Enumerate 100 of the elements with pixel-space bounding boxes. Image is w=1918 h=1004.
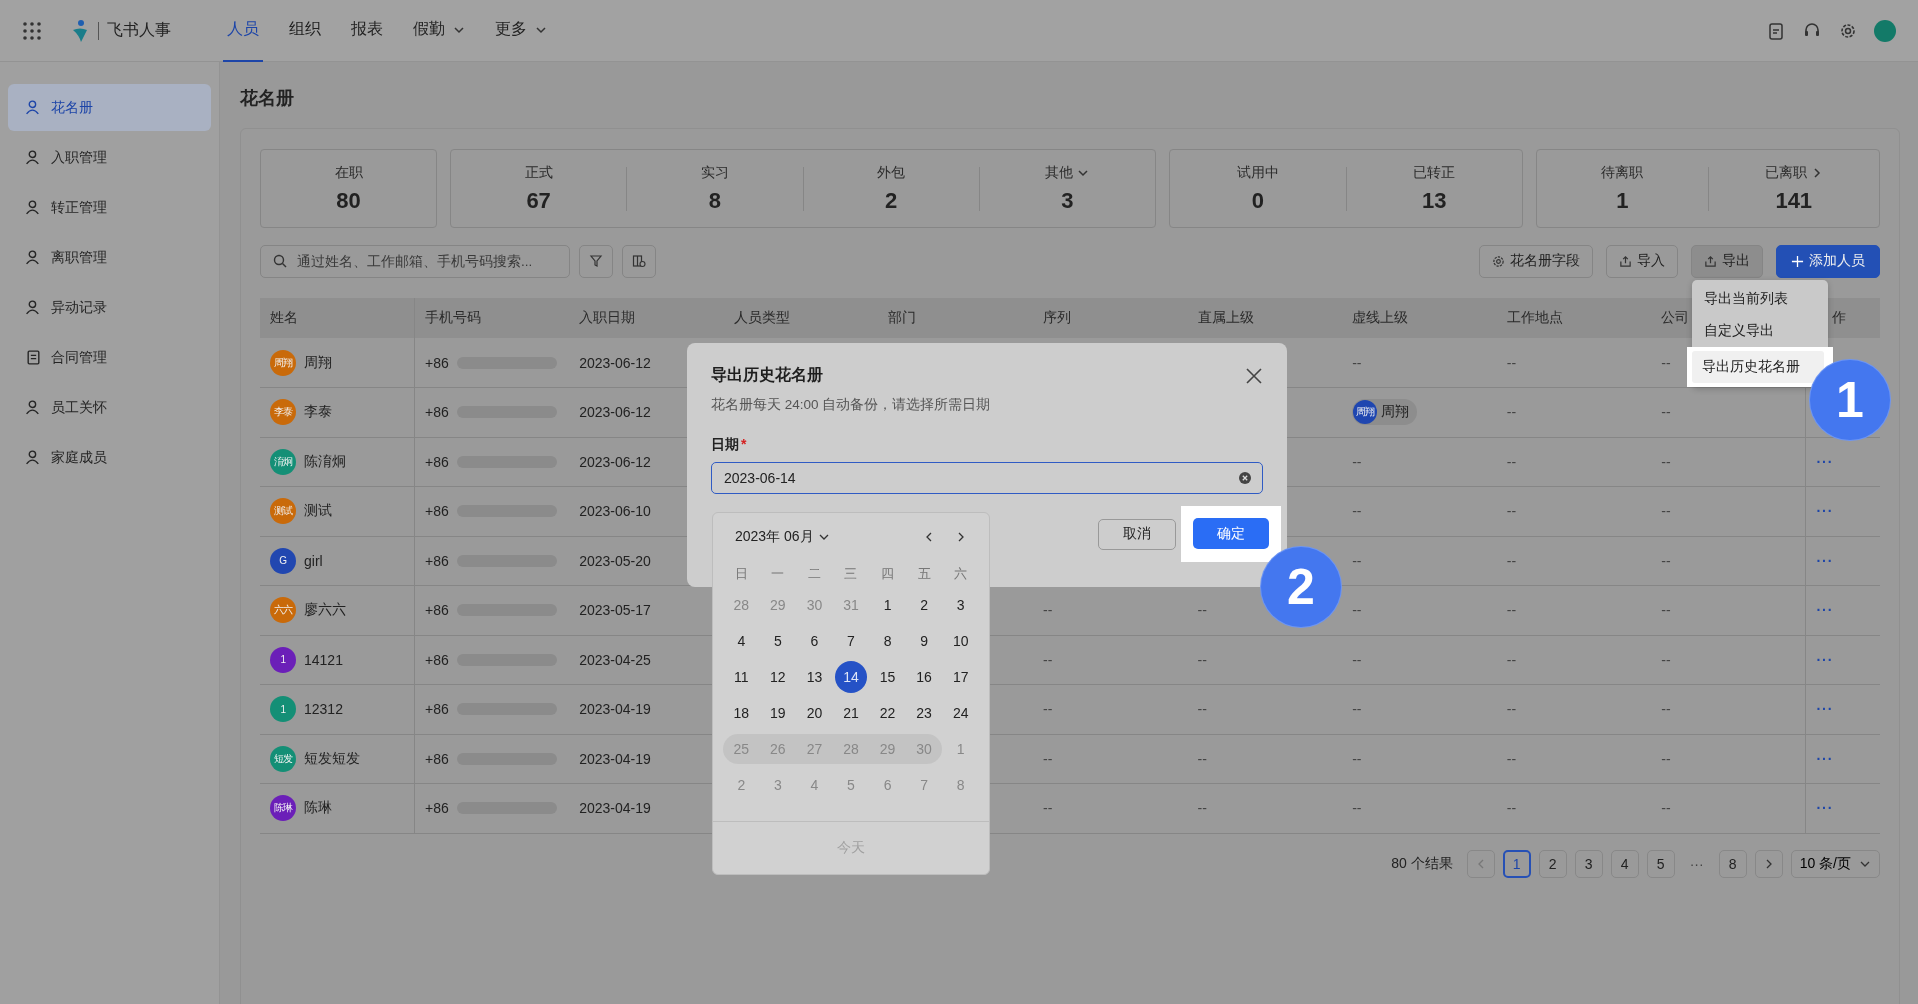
more-actions-button[interactable]: ··· (1816, 651, 1834, 668)
employee-name[interactable]: 短发短发 (304, 749, 360, 768)
page-button[interactable]: 2 (1538, 849, 1567, 878)
month-select[interactable]: 2023年 06月 (735, 528, 830, 546)
column-header: 序列 (1032, 298, 1188, 338)
search-input[interactable]: 通过姓名、工作邮箱、手机号码搜索... (295, 252, 557, 270)
nav-tab[interactable]: 假勤 (409, 0, 469, 62)
calendar-day[interactable]: 4 (725, 625, 758, 657)
employee-name[interactable]: 廖六六 (304, 601, 346, 620)
phone-prefix: +86 (425, 354, 449, 371)
sidebar-item[interactable]: 合同管理 (8, 334, 211, 381)
more-actions-button[interactable]: ··· (1816, 701, 1834, 718)
calendar-day[interactable]: 19 (761, 697, 794, 729)
date-field[interactable]: 2023-06-14 (711, 462, 1263, 494)
calendar-day[interactable]: 17 (944, 661, 977, 693)
more-actions-button[interactable]: ··· (1816, 750, 1834, 767)
calendar-day[interactable]: 5 (761, 625, 794, 657)
calendar-day[interactable]: 18 (725, 697, 758, 729)
table-cell: -- (1042, 602, 1053, 619)
calendar-day[interactable]: 14 (835, 661, 867, 693)
calendar-day[interactable]: 7 (835, 625, 867, 657)
calendar-day[interactable]: 23 (908, 697, 941, 729)
calendar-day[interactable]: 15 (871, 661, 904, 693)
table-cell: -- (1352, 503, 1362, 520)
nav-tab[interactable]: 组织 (285, 0, 325, 62)
page-button[interactable]: 1 (1502, 849, 1531, 878)
sidebar-item[interactable]: 家庭成员 (8, 434, 211, 481)
table-cell: -- (1352, 552, 1362, 569)
page-button[interactable]: 3 (1574, 849, 1603, 878)
sidebar-item[interactable]: 转正管理 (8, 184, 211, 231)
stat-value: 80 (336, 187, 361, 214)
sidebar-item[interactable]: 花名册 (8, 84, 211, 131)
table-cell: -- (1352, 800, 1362, 817)
date-input[interactable]: 2023-06-14 (722, 469, 1238, 487)
clear-icon[interactable] (1238, 471, 1252, 485)
toolbar-button[interactable]: 导出 (1691, 244, 1763, 278)
avatar: G (270, 547, 296, 574)
close-icon[interactable] (1245, 366, 1263, 385)
calendar-day[interactable]: 13 (798, 661, 831, 693)
more-actions-button[interactable]: ··· (1816, 602, 1834, 619)
page-button[interactable]: 5 (1646, 849, 1675, 878)
sidebar-item[interactable]: 异动记录 (8, 284, 211, 331)
calendar-day[interactable]: 24 (944, 697, 977, 729)
dialog-button[interactable]: 确定 (1193, 518, 1269, 549)
page-size-select[interactable]: 10 条/页 (1790, 849, 1880, 878)
calendar-day[interactable]: 9 (908, 625, 941, 657)
nav-tab[interactable]: 更多 (491, 0, 551, 62)
employee-name[interactable]: 测试 (304, 502, 332, 521)
dialog-description: 花名册每天 24:00 自动备份，请选择所需日期 (711, 396, 992, 414)
page-ellipsis[interactable]: ··· (1682, 855, 1711, 872)
sidebar-item[interactable]: 离职管理 (8, 234, 211, 281)
employee-name[interactable]: 陈淯炯 (304, 452, 346, 471)
calendar-day[interactable]: 10 (944, 625, 977, 657)
stat-label[interactable]: 其他 (1045, 163, 1090, 182)
employee-name[interactable]: 陈琳 (304, 799, 332, 818)
calendar-day[interactable]: 16 (908, 661, 941, 693)
employee-name[interactable]: 李泰 (304, 403, 332, 422)
table-cell: -- (1661, 404, 1671, 421)
table-cell: -- (1352, 453, 1362, 470)
page-button[interactable]: 8 (1718, 849, 1747, 878)
column-settings-button[interactable] (622, 244, 656, 278)
calendar-day[interactable]: 12 (761, 661, 794, 693)
more-actions-button[interactable]: ··· (1816, 453, 1834, 470)
employee-name[interactable]: 14121 (304, 651, 343, 668)
sidebar-item[interactable]: 入职管理 (8, 134, 211, 181)
toolbar-button[interactable]: 导入 (1606, 244, 1678, 278)
search-field[interactable]: 通过姓名、工作邮箱、手机号码搜索... (260, 244, 570, 278)
calendar-day[interactable]: 1 (871, 589, 904, 621)
app-grid-icon[interactable] (22, 20, 42, 41)
page-button[interactable]: 4 (1610, 849, 1639, 878)
calendar-day[interactable]: 6 (798, 625, 831, 657)
more-actions-button[interactable]: ··· (1816, 552, 1834, 569)
more-actions-button[interactable]: ··· (1816, 503, 1834, 520)
clipboard-icon[interactable] (1766, 20, 1786, 41)
employee-name[interactable]: 12312 (304, 701, 343, 718)
document-icon (25, 349, 42, 366)
calendar-day[interactable]: 20 (798, 697, 831, 729)
employee-name[interactable]: 周翔 (304, 353, 332, 372)
calendar-day[interactable]: 21 (835, 697, 867, 729)
nav-tab[interactable]: 人员 (223, 0, 263, 62)
phone-prefix: +86 (425, 503, 449, 520)
stat-label[interactable]: 已离职 (1764, 163, 1823, 182)
calendar-day[interactable]: 8 (871, 625, 904, 657)
calendar-day[interactable]: 3 (944, 589, 977, 621)
toolbar-button[interactable]: 添加人员 (1776, 244, 1880, 278)
stat-value: 67 (526, 187, 551, 214)
dialog-button[interactable]: 取消 (1098, 518, 1176, 550)
stat-value: 1 (1616, 187, 1629, 214)
column-header: 直属上级 (1187, 298, 1343, 338)
column-header: 姓名 (260, 298, 415, 338)
table-cell: -- (1661, 651, 1671, 668)
nav-tab[interactable]: 报表 (347, 0, 387, 62)
more-actions-button[interactable]: ··· (1816, 800, 1834, 817)
sidebar-item[interactable]: 员工关怀 (8, 384, 211, 431)
calendar-day[interactable]: 22 (871, 697, 904, 729)
employee-name[interactable]: girl (304, 552, 323, 569)
menu-item[interactable]: 导出历史花名册 (1692, 351, 1824, 383)
calendar-day[interactable]: 2 (908, 589, 941, 621)
calendar-day[interactable]: 11 (725, 661, 758, 693)
toolbar-button[interactable]: 花名册字段 (1479, 244, 1593, 278)
